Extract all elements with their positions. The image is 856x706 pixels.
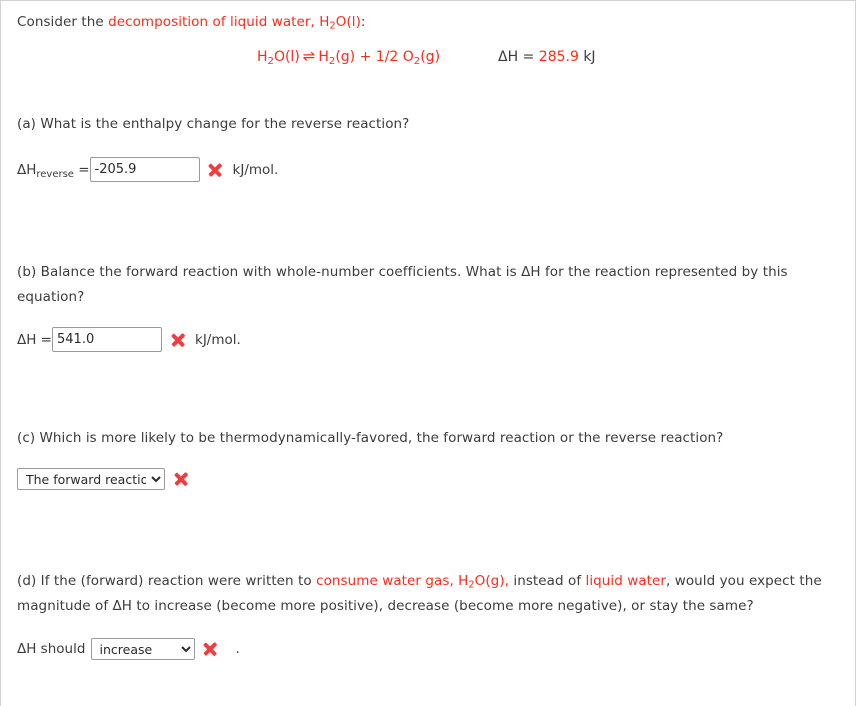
part-a-label: ΔHreverse = xyxy=(17,161,90,180)
part-d-incorrect-x-icon xyxy=(203,642,218,657)
prompt-colon: : xyxy=(360,14,366,30)
part-d-question-line-1: (d) If the (forward) reaction were writt… xyxy=(17,569,839,594)
part-d-highlight-1-tail: O(g), xyxy=(474,573,510,589)
part-a-incorrect-x-icon xyxy=(208,162,223,177)
part-a-label-prefix: ΔH xyxy=(17,161,37,178)
part-b-question: (b) Balance the forward reaction with wh… xyxy=(17,264,788,305)
part-a-answer-input[interactable] xyxy=(89,157,200,182)
part-d-answer-select[interactable]: increase xyxy=(90,638,195,660)
equation-product2-tail: (g) xyxy=(420,49,441,65)
equation-dh-value: 285.9 xyxy=(538,49,579,65)
prompt-lead-text: Consider the xyxy=(17,14,109,30)
prompt-line: Consider the decomposition of liquid wat… xyxy=(17,10,839,35)
part-b-incorrect-x-icon xyxy=(170,332,185,347)
equation-plus: + xyxy=(359,49,372,65)
part-c-incorrect-x-icon xyxy=(173,472,188,487)
equilibrium-arrow-icon: ⇌ xyxy=(302,47,316,65)
part-d-text-a: (d) If the (forward) reaction were writt… xyxy=(17,573,317,589)
equation-product2: O xyxy=(402,49,414,65)
part-a-answer-row: ΔHreverse = kJ/mol. xyxy=(17,157,839,182)
equation-product1: H xyxy=(318,49,329,65)
part-d-question-line-2: magnitude of ΔH to increase (become more… xyxy=(17,598,754,614)
chemical-equation: H2O(l) ⇌ H2(g) + 1/2 O2(g) ΔH = 285.9 kJ xyxy=(17,47,839,66)
equation-product1-tail: (g) xyxy=(335,49,356,65)
part-a-unit: kJ/mol. xyxy=(232,161,279,178)
part-b-unit: kJ/mol. xyxy=(195,331,241,348)
question-page: Consider the decomposition of liquid wat… xyxy=(0,0,856,706)
equation-reactant: H xyxy=(257,49,268,65)
part-d-highlight-1-text: consume water gas, H xyxy=(316,573,469,589)
part-d-trailing-period: . xyxy=(235,641,240,657)
part-d-highlight-1: consume water gas, H2O(g), xyxy=(316,573,510,590)
equation-reactant-tail: O(l) xyxy=(273,49,300,65)
part-a-label-equals: = xyxy=(73,161,90,178)
part-a-label-subscript: reverse xyxy=(36,168,74,180)
prompt-highlight-text: decomposition of liquid water, H xyxy=(108,14,330,30)
part-b-answer-input[interactable] xyxy=(52,327,162,352)
prompt-highlight: decomposition of liquid water, H2O(l) xyxy=(108,14,361,31)
part-d-label: ΔH should xyxy=(17,641,86,657)
equation-coefficient: 1/2 xyxy=(375,49,399,65)
part-d-highlight-2: liquid water xyxy=(585,573,667,589)
equation-dh-label: ΔH = xyxy=(498,49,539,65)
part-b-answer-row: ΔH = kJ/mol. xyxy=(17,327,839,352)
part-d-text-b: instead of xyxy=(509,573,586,589)
part-d-text-c: , would you expect the xyxy=(666,573,822,589)
part-a-question: (a) What is the enthalpy change for the … xyxy=(17,116,410,132)
part-b-label: ΔH = xyxy=(17,331,52,348)
part-c-answer-select[interactable]: The forward reaction. xyxy=(17,468,165,490)
part-d-answer-row: ΔH should increase . xyxy=(17,638,839,660)
part-c-question: (c) Which is more likely to be thermodyn… xyxy=(17,430,724,446)
question-content: Consider the decomposition of liquid wat… xyxy=(1,1,855,660)
equation-dh-unit: kJ xyxy=(578,49,596,65)
part-c-answer-row: The forward reaction. xyxy=(17,468,839,490)
prompt-highlight-tail: O(l) xyxy=(335,14,361,30)
